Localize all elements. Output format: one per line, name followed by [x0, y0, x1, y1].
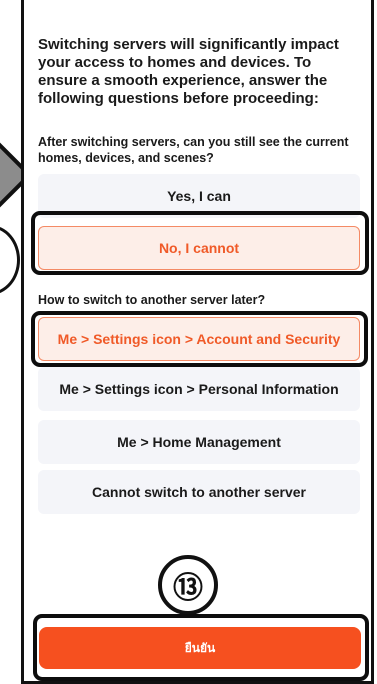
- option-home-management[interactable]: Me > Home Management: [38, 420, 360, 464]
- option-label: No, I cannot: [158, 240, 240, 256]
- tutorial-circle-marker: [0, 225, 20, 295]
- option-cannot-switch[interactable]: Cannot switch to another server: [38, 470, 360, 514]
- question-1-text: After switching servers, can you still s…: [38, 135, 349, 165]
- option-yes-i-can[interactable]: Yes, I can: [38, 174, 360, 218]
- option-personal-information[interactable]: Me > Settings icon > Personal Informatio…: [38, 367, 360, 411]
- server-switch-quiz-panel: Switching servers will significantly imp…: [21, 0, 374, 684]
- confirm-button-label: ยืนยัน: [184, 640, 216, 655]
- option-label: Me > Settings icon > Account and Securit…: [57, 331, 341, 347]
- screen: Switching servers will significantly imp…: [0, 0, 377, 684]
- confirm-button[interactable]: ยืนยัน: [39, 627, 361, 669]
- option-label: Me > Home Management: [117, 434, 281, 450]
- option-account-and-security[interactable]: Me > Settings icon > Account and Securit…: [38, 317, 360, 361]
- option-label: Me > Settings icon > Personal Informatio…: [59, 381, 339, 397]
- option-no-i-cannot[interactable]: No, I cannot: [38, 226, 360, 270]
- option-label: Yes, I can: [167, 188, 231, 204]
- option-label: Cannot switch to another server: [92, 484, 306, 500]
- step-number-badge: ⑬: [158, 555, 218, 615]
- intro-text: Switching servers will significantly imp…: [38, 36, 339, 107]
- question-2-text: How to switch to another server later?: [38, 293, 266, 307]
